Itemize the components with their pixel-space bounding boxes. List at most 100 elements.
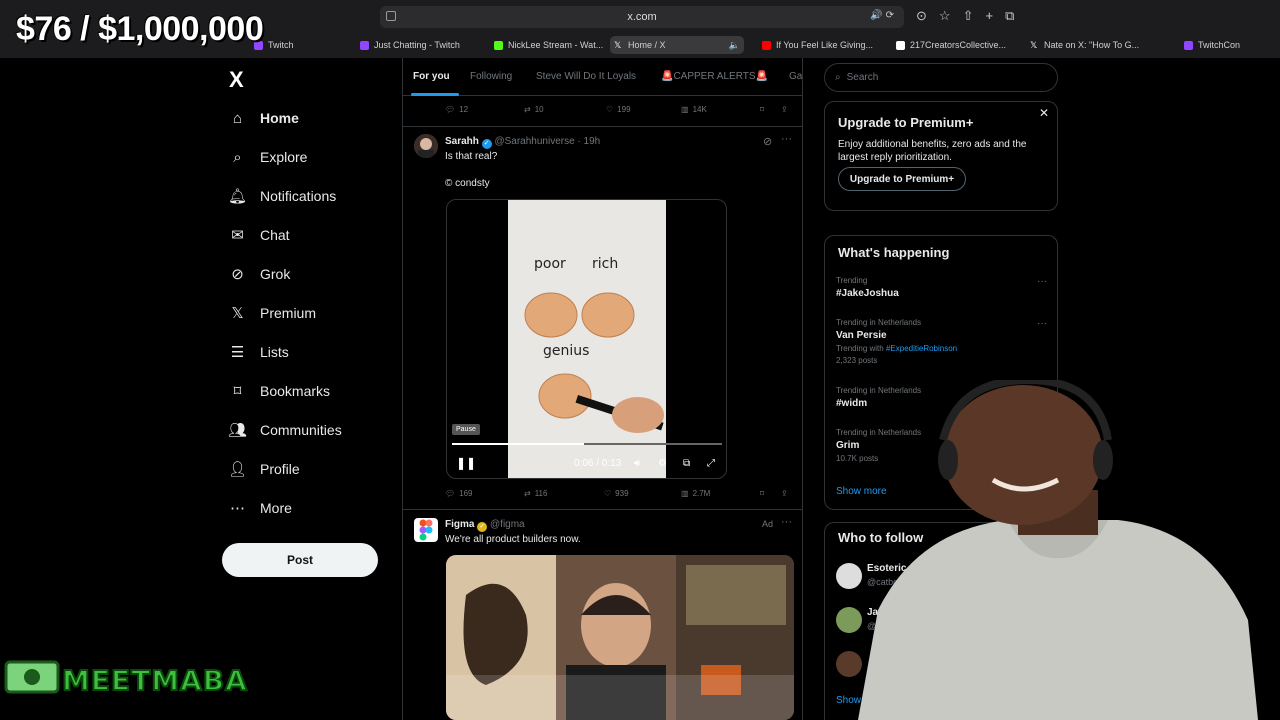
grok-icon: ⊘ [231,266,244,283]
home-icon: ⌂ [232,109,243,127]
mail-icon: ✉ [231,227,244,244]
sidebar-item-label: Profile [260,461,300,477]
sidebar-item-explore[interactable]: ⌕ Explore [229,143,389,171]
sidebar-item-label: Grok [260,266,291,282]
tab-label: If You Feel Like Giving... [776,40,874,50]
repost-button[interactable]: ⇄ 116 [524,489,547,498]
tab-audio-icon[interactable]: 🔊 ⟳ [870,10,894,21]
video-player[interactable]: poor rich genius Pause ❚❚ 0:06 / 0:13 🔊︎… [446,199,727,479]
ad-label: Ad [762,519,774,529]
pip-icon[interactable]: ⧉ [683,458,690,469]
tab-steve-will-do-it-loyals[interactable]: Steve Will Do It Loyals [536,71,636,82]
tab-overview-icon[interactable]: ⧉ [1005,8,1014,24]
brand-watermark: MEETMABA [61,663,248,698]
bookmark-icon: ⌑ [233,383,242,400]
browser-toolbar: ⊙ ☆ ⇧ + ⧉ [916,8,1014,24]
x-icon: 𝕏 [1030,39,1038,50]
more-circle-icon: ⋯ [230,500,245,517]
tab-twitchcon[interactable]: TwitchCon [1180,36,1270,54]
share-icon[interactable]: ⇧ [963,8,974,24]
tab-just-chatting[interactable]: Just Chatting - Twitch [356,36,480,54]
trend-item[interactable]: Trending in Netherlands Van Persie Trend… [836,318,957,365]
bookmark-button[interactable]: ⌑ [760,105,764,114]
author-handle[interactable]: @Sarahhuniverse · 19h [494,136,600,147]
avatar[interactable] [414,134,438,158]
upgrade-premium-button[interactable]: Upgrade to Premium+ [838,167,966,191]
tweet-text: We're all product builders now. [445,534,581,545]
grok-icon[interactable]: ⊘ [763,135,772,148]
sidebar-item-notifications[interactable]: 🔔︎ Notifications [228,182,389,210]
reply-icon: 💬︎ [445,489,456,498]
search-icon: ⌕ [233,148,242,166]
tab-nicklee-stream[interactable]: NickLee Stream - Wat... [490,36,604,54]
tab-label: 217CreatorsCollective... [910,40,1007,50]
ad-video[interactable] [446,555,794,720]
download-icon[interactable]: ⊙ [916,8,927,24]
author-handle[interactable]: @figma [490,519,525,530]
sidebar-item-premium[interactable]: 𝕏 Premium [229,299,389,327]
tab-capper-alerts[interactable]: 🚨CAPPER ALERTS🚨 [661,71,768,82]
repost-button[interactable]: ⇄ 10 [524,105,544,114]
more-options-icon[interactable]: ··· [781,133,792,145]
tab-nate[interactable]: 𝕏 Nate on X: "How To G... [1026,36,1166,54]
views-button[interactable]: ▥ 14K [681,105,707,114]
reply-button[interactable]: 💬︎ 169 [445,489,473,498]
views-button[interactable]: ▥ 2.7M [681,489,710,498]
trend-with-tag[interactable]: #ExpeditieRobinson [886,344,957,353]
volume-icon[interactable]: 🔊︎ [634,458,640,469]
author-name[interactable]: Figma [445,519,474,530]
more-options-icon[interactable]: ··· [781,516,792,528]
sidebar-item-more[interactable]: ⋯ More [229,494,389,522]
tab-creators[interactable]: 217CreatorsCollective... [892,36,1022,54]
sidebar-item-bookmarks[interactable]: ⌑ Bookmarks [229,377,389,405]
tab-following[interactable]: Following [470,71,512,82]
tab-home-x[interactable]: 𝕏 Home / X 🔈 [610,36,744,54]
more-options-icon[interactable]: ··· [1037,318,1047,329]
hands-illustration [524,292,664,433]
speaker-icon[interactable]: 🔈 [729,40,740,51]
figma-avatar[interactable] [414,518,438,542]
ad-video-frame [446,555,794,720]
sidebar-item-communities[interactable]: 👥︎ Communities [228,416,389,444]
sidebar-item-chat[interactable]: ✉ Chat [229,221,389,249]
close-icon[interactable]: ✕ [1039,106,1049,120]
like-button[interactable]: ♡ 199 [606,105,631,114]
bookmark-button[interactable]: ⌑ [760,489,764,498]
repost-icon: ⇄ [524,105,531,114]
x-logo[interactable]: X [229,67,244,93]
sidebar-item-lists[interactable]: ☰ Lists [229,338,389,366]
trend-item[interactable]: Trending #JakeJoshua [836,276,899,299]
more-options-icon[interactable]: ··· [1037,276,1047,287]
sidebar-item-home[interactable]: ⌂ Home [229,104,389,132]
premium-title: Upgrade to Premium+ [838,115,974,130]
sidebar-item-label: Explore [260,149,308,165]
sidebar-item-grok[interactable]: ⊘ Grok [229,260,389,288]
x-icon: 𝕏 [614,39,622,50]
like-count: 199 [617,105,631,114]
search-input[interactable]: ⌕ Search [824,63,1058,92]
sidebar-item-profile[interactable]: 👤︎ Profile [228,455,389,483]
like-button[interactable]: ♡ 939 [604,489,629,498]
settings-icon[interactable]: ⚙ [658,458,667,469]
tab-for-you[interactable]: For you [413,71,450,82]
author-name[interactable]: Sarahh [445,136,479,147]
video-progress-bar[interactable] [452,443,722,445]
post-button[interactable]: Post [222,543,378,577]
reply-count: 12 [459,105,469,114]
verified-badge-icon: ✓ [481,139,492,149]
tab-twitch[interactable]: Twitch [250,36,340,54]
pause-icon[interactable]: ❚❚ [456,456,476,470]
premium-description: Enjoy additional benefits, zero ads and … [838,139,1027,163]
tab-label: Twitch [268,40,294,50]
fullscreen-icon[interactable]: ⤢ [707,458,715,469]
reply-button[interactable]: 💬︎ 12 [445,105,468,114]
tab-ga[interactable]: Ga [789,71,802,82]
tab-youtube[interactable]: If You Feel Like Giving... [758,36,884,54]
share-button[interactable]: ⇪ [781,489,788,498]
views-icon: ▥ [681,105,689,114]
site-settings-icon[interactable] [386,11,396,21]
share-button[interactable]: ⇪ [781,105,788,114]
new-tab-icon[interactable]: + [985,8,993,24]
address-bar[interactable]: x.com 🔊 ⟳ [380,6,904,28]
star-icon[interactable]: ☆ [939,8,951,24]
